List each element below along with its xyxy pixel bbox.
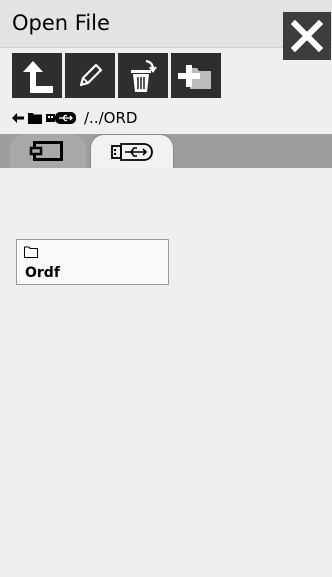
path-label: /../ORD bbox=[84, 109, 138, 127]
folder-name: Ordf bbox=[25, 265, 60, 281]
new-folder-icon bbox=[178, 64, 211, 89]
parent-folder-icon bbox=[23, 60, 53, 93]
usb-drive-icon bbox=[46, 112, 76, 124]
tab-machine-memory[interactable] bbox=[10, 134, 86, 168]
usb-icon bbox=[111, 142, 153, 161]
new-folder-button[interactable] bbox=[171, 53, 221, 98]
rename-pencil-icon bbox=[79, 63, 103, 86]
tab-usb[interactable] bbox=[90, 134, 174, 168]
close-icon bbox=[291, 20, 323, 52]
parent-folder-button[interactable] bbox=[12, 53, 62, 98]
folder-icon bbox=[24, 246, 38, 258]
delete-button[interactable] bbox=[118, 53, 168, 98]
folder-solid-icon bbox=[28, 113, 42, 124]
storage-tabs bbox=[0, 134, 332, 168]
back-arrow-icon[interactable] bbox=[12, 113, 24, 123]
folder-item[interactable]: Ordf bbox=[16, 239, 169, 285]
machine-memory-icon bbox=[29, 141, 63, 161]
close-button[interactable] bbox=[283, 12, 331, 60]
current-path: /../ORD bbox=[12, 107, 137, 129]
window-title: Open File bbox=[12, 11, 110, 35]
file-list: Ordf bbox=[0, 168, 332, 577]
delete-trash-icon bbox=[131, 59, 157, 92]
rename-button[interactable] bbox=[65, 53, 115, 98]
